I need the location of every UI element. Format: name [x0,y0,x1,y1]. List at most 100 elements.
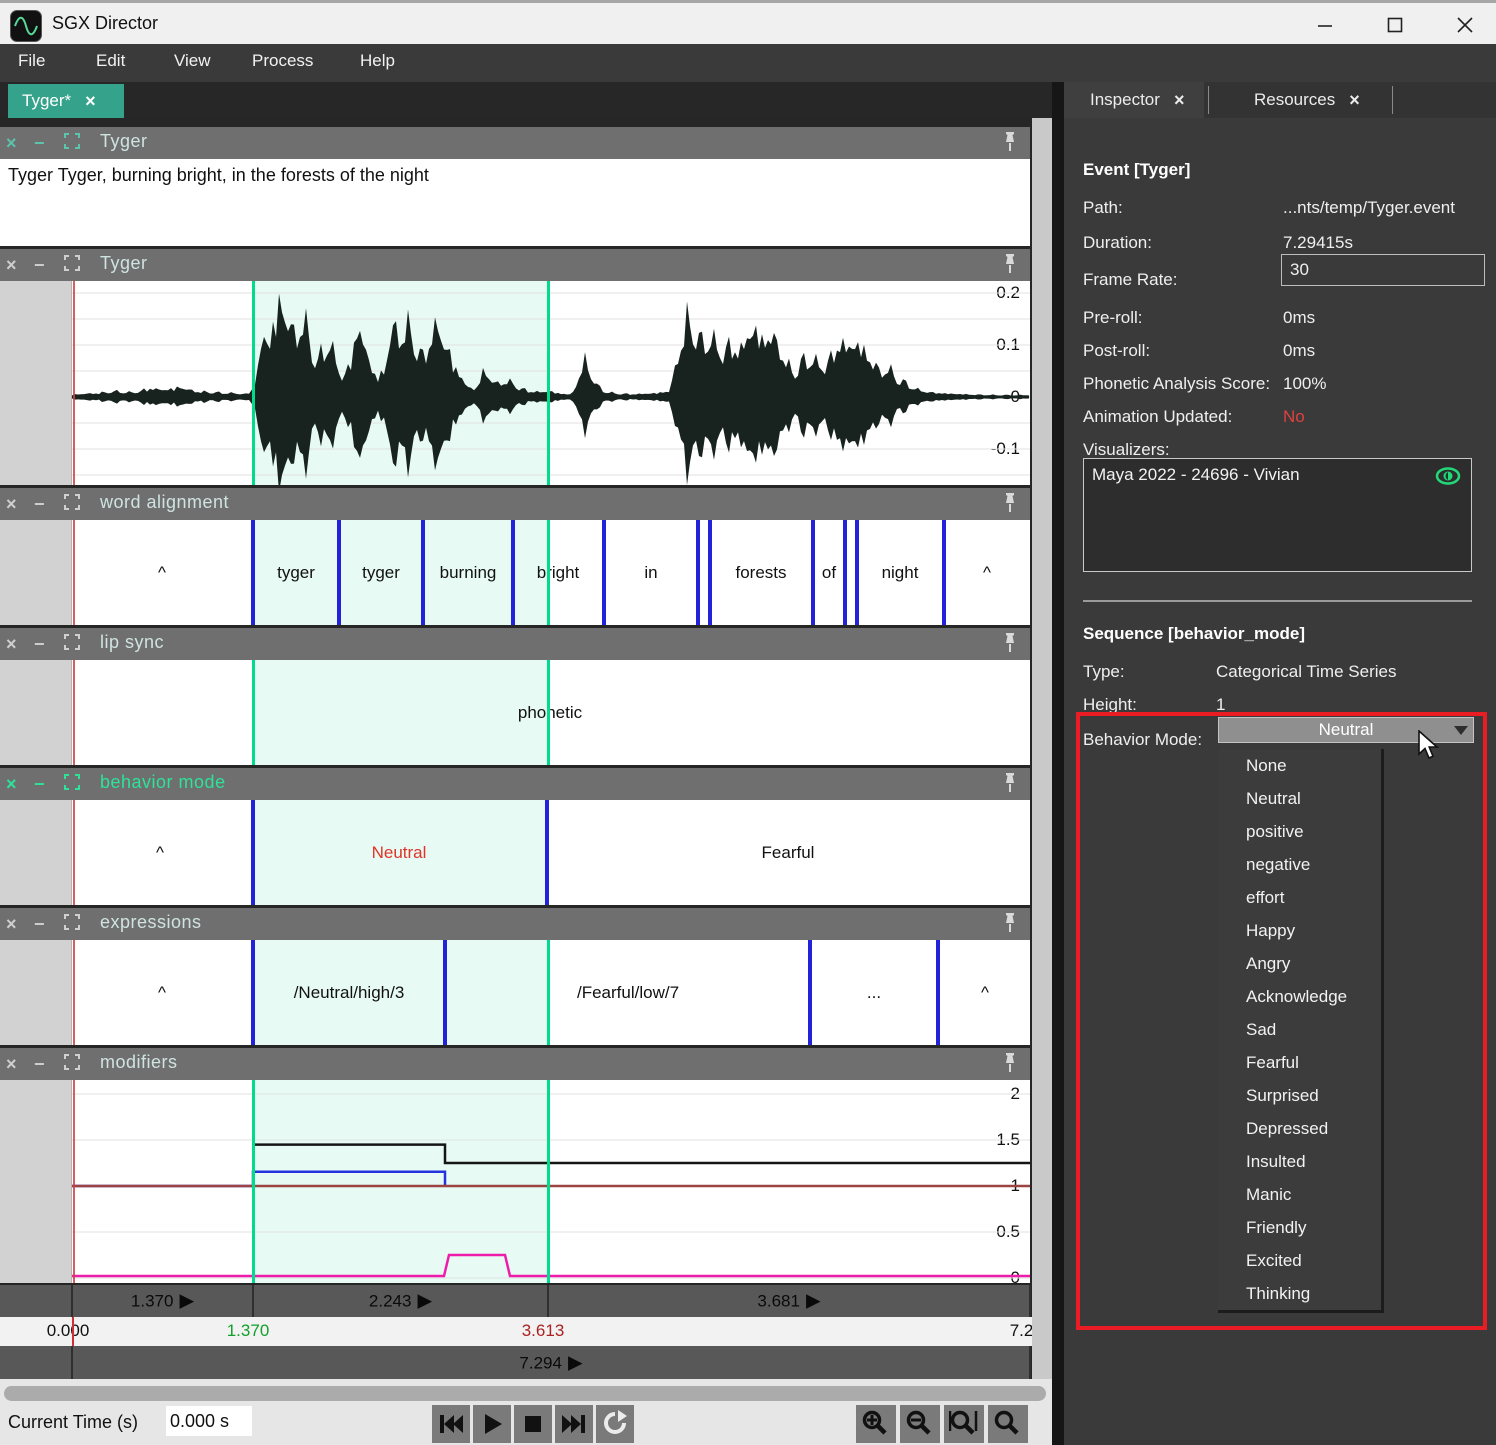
track-expand-icon[interactable] [64,132,80,154]
menu-view[interactable]: View [168,51,217,71]
selection-edge[interactable] [252,1080,255,1283]
menu-help[interactable]: Help [354,51,401,71]
range-divider[interactable] [1029,1346,1031,1379]
track-expand-icon[interactable] [64,773,80,795]
option-excited[interactable]: Excited [1218,1244,1381,1277]
zoom-fit-button[interactable] [988,1405,1028,1443]
zoom-in-button[interactable] [856,1405,896,1443]
track-close-icon[interactable]: × [6,913,17,935]
play-button[interactable] [473,1405,511,1443]
segment-boundary[interactable] [811,520,815,625]
minimize-button[interactable] [1302,7,1348,43]
segment-boundary[interactable] [855,520,859,625]
playhead[interactable] [73,940,75,1045]
segment-boundary[interactable] [421,520,425,625]
segment-label[interactable]: ^ [158,563,166,583]
ruler-playhead-tick[interactable] [72,1317,74,1346]
segment-duration[interactable]: 2.243▶ [369,1290,432,1313]
segment-label[interactable]: Neutral [372,843,427,863]
timeline-ruler[interactable]: 0.0001.3703.6137.294 [0,1317,1052,1346]
segment-label[interactable]: tyger [277,563,315,583]
option-angry[interactable]: Angry [1218,947,1381,980]
playhead[interactable] [73,800,75,905]
playhead[interactable] [73,520,75,625]
selection-edge[interactable] [547,1080,550,1283]
panel-tab-close-icon[interactable]: × [1174,90,1185,111]
option-sad[interactable]: Sad [1218,1013,1381,1046]
visibility-eye-icon[interactable] [1435,467,1461,485]
track-minimize-icon[interactable]: − [34,493,45,515]
tab-tyger[interactable]: Tyger* × [8,84,124,118]
segment-boundary[interactable] [511,520,515,625]
segment-boundary[interactable] [942,520,946,625]
track-expand-icon[interactable] [64,1053,80,1075]
option-neutral[interactable]: Neutral [1218,782,1381,815]
range-duration[interactable]: 7.294▶ [519,1351,582,1374]
segment-play-icon[interactable]: ▶ [806,1291,821,1312]
segment-boundary[interactable] [545,800,549,905]
segment-divider[interactable] [71,1285,73,1317]
option-acknowledge[interactable]: Acknowledge [1218,980,1381,1013]
option-negative[interactable]: negative [1218,848,1381,881]
option-fearful[interactable]: Fearful [1218,1046,1381,1079]
track-expand-icon[interactable] [64,493,80,515]
segment-boundary[interactable] [708,520,712,625]
track-minimize-icon[interactable]: − [34,773,45,795]
maximize-button[interactable] [1372,7,1418,43]
segment-label[interactable]: of [822,563,836,583]
segment-label[interactable]: bright [537,563,580,583]
segment-divider[interactable] [547,1285,549,1317]
panel-tab-close-icon[interactable]: × [1349,90,1360,111]
track-close-icon[interactable]: × [6,1053,17,1075]
timeline-segments-bar[interactable]: 1.370▶2.243▶3.681▶ [0,1285,1030,1317]
segment-boundary[interactable] [251,520,255,625]
segment-label[interactable]: ^ [983,563,991,583]
segment-divider[interactable] [252,1285,254,1317]
segment-boundary[interactable] [443,940,447,1045]
track-close-icon[interactable]: × [6,633,17,655]
option-depressed[interactable]: Depressed [1218,1112,1381,1145]
option-positive[interactable]: positive [1218,815,1381,848]
selection-edge[interactable] [547,520,550,625]
zoom-selection-button[interactable] [944,1405,984,1443]
segment-boundary[interactable] [843,520,847,625]
segment-boundary[interactable] [936,940,940,1045]
track-expand-icon[interactable] [64,913,80,935]
panel-tab-inspector[interactable]: Inspector× [1064,82,1204,118]
vertical-scrollbar[interactable] [1032,118,1052,1379]
playhead[interactable] [73,660,75,765]
segment-boundary[interactable] [251,800,255,905]
playhead[interactable] [73,281,75,485]
track-minimize-icon[interactable]: − [34,913,45,935]
segment-label[interactable]: forests [735,563,786,583]
range-play-icon[interactable]: ▶ [568,1352,583,1373]
range-divider[interactable] [71,1346,73,1379]
segment-label[interactable]: in [644,563,657,583]
skip-end-button[interactable] [555,1405,593,1443]
track-expand-icon[interactable] [64,633,80,655]
segment-boundary[interactable] [337,520,341,625]
pin-icon[interactable] [1002,632,1018,656]
track-minimize-icon[interactable]: − [34,633,45,655]
visualizers-list[interactable]: Maya 2022 - 24696 - Vivian [1083,458,1472,572]
track-close-icon[interactable]: × [6,493,17,515]
track-minimize-icon[interactable]: − [34,1053,45,1075]
current-time-input[interactable] [166,1406,252,1436]
frame-rate-input[interactable] [1281,254,1485,286]
track-close-icon[interactable]: × [6,132,17,154]
segment-boundary[interactable] [808,940,812,1045]
segment-label[interactable]: ^ [981,983,989,1003]
segment-boundary[interactable] [696,520,700,625]
selection-edge[interactable] [252,281,255,485]
segment-duration[interactable]: 1.370▶ [131,1290,194,1313]
menu-file[interactable]: File [12,51,51,71]
segment-boundary[interactable] [602,520,606,625]
option-friendly[interactable]: Friendly [1218,1211,1381,1244]
option-happy[interactable]: Happy [1218,914,1381,947]
segment-label[interactable]: /Neutral/high/3 [294,983,405,1003]
pin-icon[interactable] [1002,253,1018,277]
option-effort[interactable]: effort [1218,881,1381,914]
selection-edge[interactable] [252,660,255,765]
track-minimize-icon[interactable]: − [34,254,45,276]
zoom-out-button[interactable] [900,1405,940,1443]
